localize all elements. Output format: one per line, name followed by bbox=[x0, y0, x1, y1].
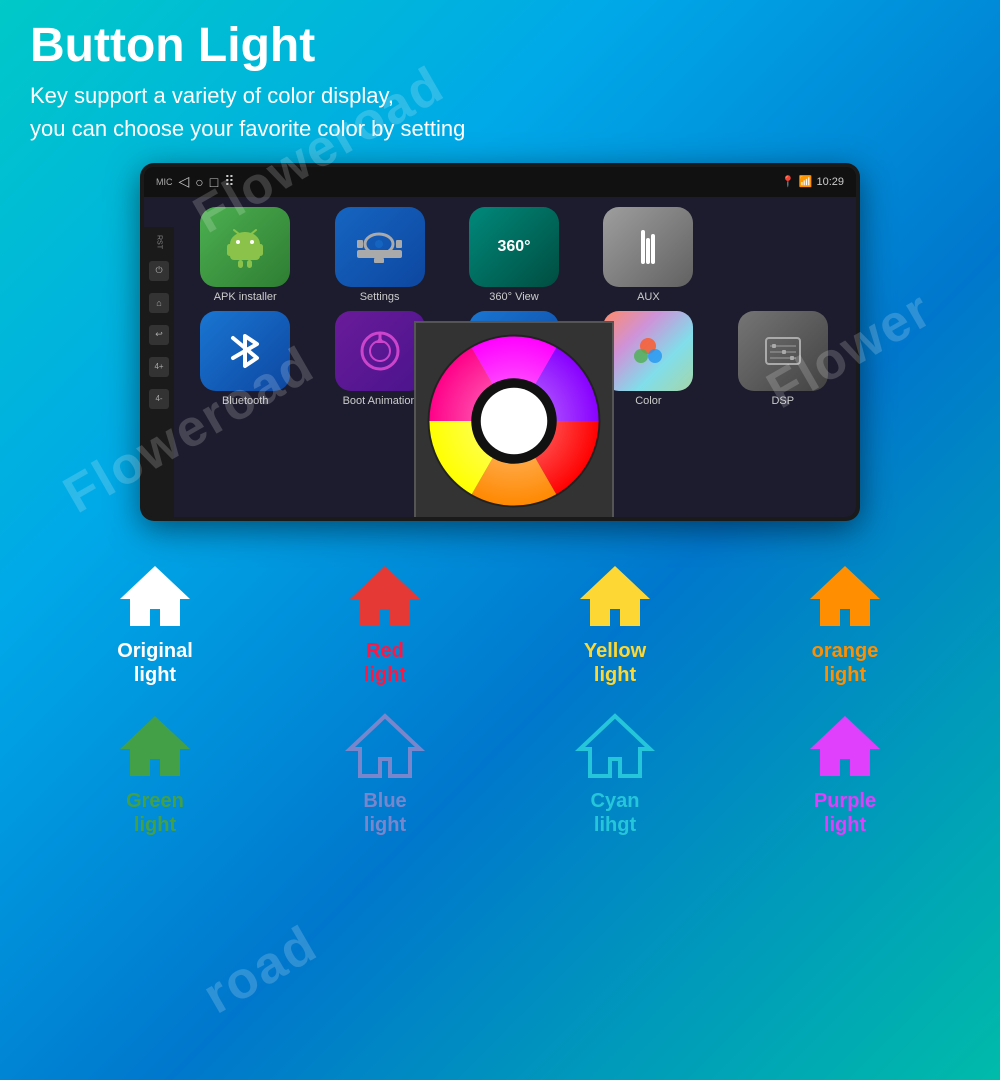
app-apk-installer[interactable]: APK installer bbox=[182, 207, 308, 303]
rst-label: RST bbox=[156, 235, 163, 249]
blue-label: Bluelight bbox=[363, 789, 406, 837]
time-display: 10:29 bbox=[816, 176, 844, 188]
purple-label: Purplelight bbox=[814, 789, 876, 837]
aux-icon-box bbox=[603, 207, 693, 287]
yellow-label: Yellowlight bbox=[584, 639, 646, 687]
app-grid: APK installer bbox=[182, 207, 846, 407]
settings-icon-box bbox=[335, 207, 425, 287]
apps-button[interactable]: ⠿ bbox=[224, 173, 234, 190]
app-empty bbox=[720, 207, 846, 303]
blue-house-icon bbox=[345, 711, 425, 781]
color-option-red[interactable]: Redlight bbox=[270, 545, 500, 695]
device-inner: MIC ◁ ○ □ ⠿ 📍 📶 10:29 bbox=[144, 167, 856, 517]
device-left-strip: RST ⏻ ⌂ ↩ 4+ 4- bbox=[144, 227, 174, 517]
screen-area: RST ⏻ ⌂ ↩ 4+ 4- bbox=[144, 197, 856, 517]
back-side-btn[interactable]: ↩ bbox=[149, 325, 169, 345]
360-icon-box: 360° bbox=[469, 207, 559, 287]
app-boot-label: Boot Animation bbox=[343, 395, 417, 407]
cyan-label: Cyanlihgt bbox=[591, 789, 640, 837]
device-container: MIC ◁ ○ □ ⠿ 📍 📶 10:29 bbox=[30, 163, 970, 521]
color-option-purple[interactable]: Purplelight bbox=[730, 695, 960, 845]
page-subtitle: Key support a variety of color display, … bbox=[30, 79, 970, 145]
app-bluetooth[interactable]: Bluetooth bbox=[182, 311, 308, 407]
app-settings-label: Settings bbox=[360, 291, 400, 303]
yellow-house-icon bbox=[575, 561, 655, 631]
home-button[interactable]: ○ bbox=[195, 174, 203, 190]
360-text: 360° bbox=[497, 238, 530, 256]
power-side-btn[interactable]: ⏻ bbox=[149, 261, 169, 281]
vol-up-btn[interactable]: 4+ bbox=[149, 357, 169, 377]
cyan-house-icon bbox=[575, 711, 655, 781]
apk-icon-box bbox=[200, 207, 290, 287]
app-360-label: 360° View bbox=[489, 291, 538, 303]
bluetooth-icon-box bbox=[200, 311, 290, 391]
color-option-green[interactable]: Greenlight bbox=[40, 695, 270, 845]
device-top-bar: MIC ◁ ○ □ ⠿ 📍 📶 10:29 bbox=[144, 167, 856, 197]
recents-button[interactable]: □ bbox=[210, 174, 218, 190]
original-label: Originallight bbox=[117, 639, 193, 687]
purple-house-icon bbox=[805, 711, 885, 781]
vol-down-btn[interactable]: 4- bbox=[149, 389, 169, 409]
dsp-icon-box bbox=[738, 311, 828, 391]
page-title: Button Light bbox=[30, 20, 970, 73]
device-screen: APK installer bbox=[144, 197, 856, 517]
orange-house-icon bbox=[805, 561, 885, 631]
app-aux[interactable]: AUX bbox=[585, 207, 711, 303]
app-dsp-label: DSP bbox=[771, 395, 794, 407]
app-360-view[interactable]: 360° 360° View bbox=[451, 207, 577, 303]
app-dsp[interactable]: DSP bbox=[720, 311, 846, 407]
device-status-right: 📍 📶 10:29 bbox=[781, 175, 844, 188]
original-house-icon bbox=[115, 561, 195, 631]
signal-icon: 📶 bbox=[799, 175, 813, 188]
device: MIC ◁ ○ □ ⠿ 📍 📶 10:29 bbox=[140, 163, 860, 521]
app-apk-label: APK installer bbox=[214, 291, 277, 303]
app-settings[interactable]: Settings bbox=[316, 207, 442, 303]
red-label: Redlight bbox=[364, 639, 406, 687]
color-option-yellow[interactable]: Yellowlight bbox=[500, 545, 730, 695]
color-option-original[interactable]: Originallight bbox=[40, 545, 270, 695]
color-option-cyan[interactable]: Cyanlihgt bbox=[500, 695, 730, 845]
green-label: Greenlight bbox=[126, 789, 184, 837]
location-icon: 📍 bbox=[781, 175, 795, 188]
app-aux-label: AUX bbox=[637, 291, 660, 303]
color-icon-box bbox=[603, 311, 693, 391]
color-options-grid: Originallight Redlight Yellowlight orang… bbox=[30, 545, 970, 845]
boot-icon-box bbox=[335, 311, 425, 391]
app-color-label: Color bbox=[635, 395, 661, 407]
green-house-icon bbox=[115, 711, 195, 781]
orange-label: orangelight bbox=[812, 639, 879, 687]
color-option-blue[interactable]: Bluelight bbox=[270, 695, 500, 845]
page-wrapper: Button Light Key support a variety of co… bbox=[0, 0, 1000, 1080]
app-bluetooth-label: Bluetooth bbox=[222, 395, 268, 407]
home-side-btn[interactable]: ⌂ bbox=[149, 293, 169, 313]
mic-label: MIC bbox=[156, 177, 173, 187]
color-option-orange[interactable]: orangelight bbox=[730, 545, 960, 695]
chrome-with-popup: Chrome bbox=[451, 311, 577, 407]
red-house-icon bbox=[345, 561, 425, 631]
color-wheel-popup[interactable] bbox=[414, 321, 614, 517]
back-button[interactable]: ◁ bbox=[179, 173, 190, 190]
device-nav-left: MIC ◁ ○ □ ⠿ bbox=[156, 173, 234, 190]
